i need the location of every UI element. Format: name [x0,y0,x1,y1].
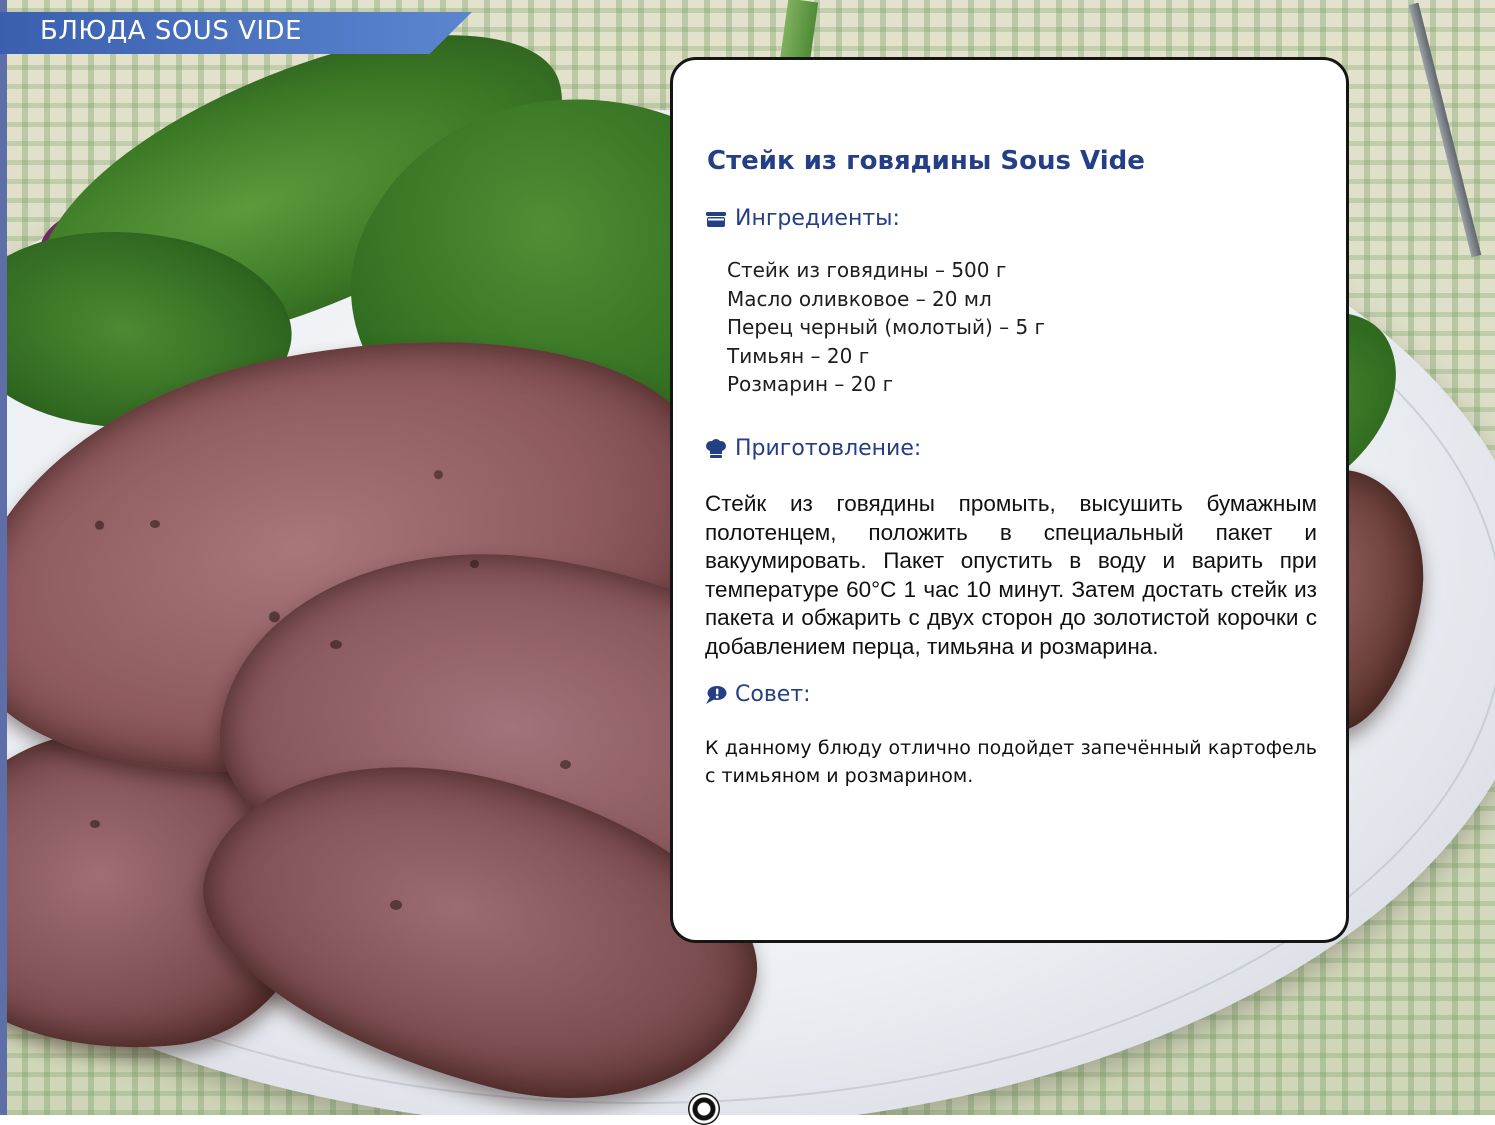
recipe-card: Стейк из говядины Sous Vide Ингредиенты:… [670,57,1349,943]
ingredient-item: Тимьян – 20 г [727,343,870,368]
pepper-speck [330,640,342,649]
tip-text: К данному блюду отлично подойдет запечён… [705,737,1317,787]
pot-icon [705,209,727,229]
pepper-speck [470,560,479,568]
tip-heading-text: Совет: [735,682,811,707]
recipe-title: Стейк из говядины Sous Vide [707,146,1145,176]
tip-heading: Совет: [705,682,811,707]
left-edge-strip [0,0,7,1115]
ingredients-heading: Ингредиенты: [705,206,900,231]
preparation-heading: Приготовление: [705,436,921,461]
page-marker-icon [688,1093,720,1125]
pepper-speck [150,520,160,528]
ingredient-item: Масло оливковое – 20 мл [727,286,992,311]
preparation-text: Стейк из говядины промыть, высушить бума… [705,491,1317,659]
section-tab: БЛЮДА SOUS VIDE [0,12,472,54]
chef-hat-icon [705,438,727,459]
ingredients-list: Стейк из говядины – 500 г Масло оливково… [727,256,1045,399]
pepper-speck [390,900,402,910]
ingredient-item: Перец черный (молотый) – 5 г [727,315,1046,339]
ingredients-heading-text: Ингредиенты: [735,206,900,231]
pepper-speck [90,820,100,828]
speech-bubble-icon [705,685,727,705]
ingredient-item: Розмарин – 20 г [727,372,894,396]
ingredient-item: Стейк из говядины – 500 г [727,258,1007,282]
section-tab-label: БЛЮДА SOUS VIDE [40,16,302,46]
pepper-speck [560,760,571,769]
preparation-heading-text: Приготовление: [735,436,922,461]
